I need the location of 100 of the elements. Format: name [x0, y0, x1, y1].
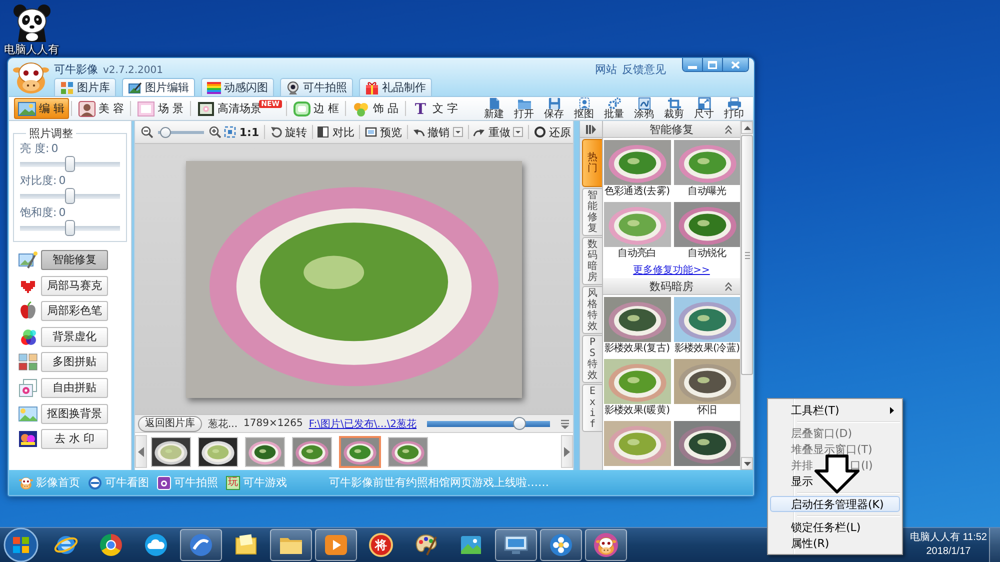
caret-icon	[513, 127, 524, 137]
tool-button[interactable]: 局部马赛克	[41, 276, 108, 296]
file-path-link[interactable]: F:\图片\已发布\...\2葱花	[308, 416, 417, 430]
side-tab[interactable]: 风格特效	[582, 286, 602, 334]
toolbar-button[interactable]: 打开	[509, 97, 539, 120]
scroll-left-button[interactable]	[135, 435, 147, 468]
chevrons-up-icon[interactable]	[725, 282, 732, 290]
menu-item[interactable]: 启动任务管理器(K)	[770, 496, 900, 512]
close-icon	[731, 60, 740, 68]
photo-thumbnail[interactable]	[151, 436, 191, 466]
scroll-right-button[interactable]	[561, 435, 573, 468]
minimize-button[interactable]	[683, 58, 703, 71]
slider-thumb[interactable]	[65, 220, 75, 236]
view-button[interactable]: 重做	[473, 124, 524, 140]
tool-button[interactable]: 智能修复	[41, 250, 108, 270]
mode-tab[interactable]: 饰 品	[348, 98, 402, 119]
list-menu-icon[interactable]	[560, 418, 570, 428]
slider-thumb[interactable]	[160, 126, 171, 138]
start-orb-icon[interactable]	[3, 527, 39, 562]
view-button[interactable]: 还原	[534, 124, 571, 140]
clover-icon	[352, 100, 370, 116]
tab[interactable]: 图片编辑	[122, 78, 195, 96]
view-button[interactable]: 预览	[365, 124, 402, 140]
photo-thumbnail[interactable]	[198, 436, 238, 466]
side-tab[interactable]: 热门	[582, 139, 602, 187]
tool-button[interactable]: 去 水 印	[41, 429, 108, 450]
tool-button[interactable]: 背景虚化	[41, 326, 108, 347]
view-button[interactable]: 撤销	[412, 124, 463, 140]
taskbar-button[interactable]: 将	[360, 529, 402, 561]
mode-tab[interactable]: 编 辑	[14, 98, 68, 119]
toolbar-button[interactable]: 保存	[539, 97, 569, 120]
more-link[interactable]: 更多修复功能>>	[633, 265, 710, 276]
side-tab[interactable]: 智能修复	[582, 188, 602, 236]
tool-button[interactable]: 自由拼贴	[41, 378, 108, 398]
taskbar-button[interactable]	[495, 529, 537, 561]
mode-tab[interactable]: 边 框	[288, 98, 343, 119]
tab[interactable]: 图片库	[54, 78, 116, 96]
taskbar-button[interactable]	[270, 529, 312, 561]
photo-placeholder[interactable]	[674, 202, 740, 247]
taskbar-button[interactable]	[585, 529, 627, 561]
photo-thumbnail[interactable]	[245, 436, 285, 466]
tool-button[interactable]: 抠图换背景	[41, 404, 108, 424]
tab[interactable]: 礼品制作	[359, 78, 432, 96]
tab[interactable]: 可牛拍照	[280, 78, 353, 96]
photo-placeholder[interactable]	[674, 297, 740, 342]
close-button[interactable]	[723, 58, 748, 71]
folder-icon	[516, 97, 532, 110]
side-tab[interactable]: 数码暗房	[582, 237, 602, 285]
view-button[interactable]: 旋转	[270, 124, 307, 140]
maximize-button[interactable]	[703, 58, 723, 71]
chevrons-up-icon[interactable]	[725, 124, 732, 134]
scrollbar-thumb[interactable]	[741, 135, 753, 375]
zoom-out-icon[interactable]	[141, 126, 153, 138]
toolbar-button[interactable]: 尺寸	[689, 97, 719, 120]
picture-icon	[18, 429, 38, 450]
zoom-in-icon[interactable]	[209, 126, 222, 138]
actual-size-button[interactable]: 1:1	[224, 126, 260, 138]
taskbar-button[interactable]	[315, 529, 357, 561]
photo-placeholder[interactable]	[674, 421, 740, 466]
panda-icon[interactable]	[12, 4, 52, 42]
show-desktop-button[interactable]	[989, 528, 1000, 562]
back-button[interactable]: 返回图片库	[138, 416, 202, 432]
menu-item[interactable]: 属性(R)	[770, 535, 900, 551]
mode-tab[interactable]: 美 容	[74, 98, 128, 119]
scroll-up-button[interactable]	[741, 121, 753, 134]
photo-placeholder[interactable]	[604, 297, 670, 342]
toolbar-button[interactable]: 打印	[719, 97, 749, 120]
photo-thumbnail[interactable]	[339, 436, 381, 468]
side-tab[interactable]: Exif	[582, 384, 602, 432]
side-tab[interactable]: PS特效	[582, 335, 602, 383]
menu-item[interactable]: 显示	[770, 473, 900, 489]
scroll-down-button[interactable]	[741, 457, 753, 470]
toolbar-button[interactable]: 涂鸦	[629, 97, 659, 120]
panel-toggle-button[interactable]	[580, 121, 602, 138]
tab[interactable]: 动感闪图	[201, 78, 274, 96]
photo-thumbnail[interactable]	[388, 436, 428, 466]
cow-icon	[13, 60, 49, 94]
header-link[interactable]: 反馈意见	[622, 62, 666, 77]
photo-thumbnail[interactable]	[292, 436, 332, 466]
slider-thumb[interactable]	[65, 156, 75, 172]
header-link[interactable]: 网站	[595, 62, 617, 77]
menu-item[interactable]: 工具栏(T)	[770, 402, 900, 418]
mode-tab[interactable]: 场 景	[133, 98, 188, 119]
mode-tab[interactable]: T 文 字	[408, 98, 462, 119]
taskbar-button[interactable]	[180, 529, 222, 561]
status-link[interactable]: 玩 可牛游戏	[226, 475, 287, 490]
toolbar-button[interactable]: 抠图	[569, 97, 599, 120]
photo-placeholder[interactable]	[674, 359, 740, 404]
slider-thumb[interactable]	[512, 417, 526, 430]
slider-thumb[interactable]	[65, 188, 75, 204]
toolbar-button[interactable]: 新建	[479, 97, 509, 120]
toolbar-button[interactable]: 裁剪	[659, 97, 689, 120]
photo-placeholder[interactable]	[604, 140, 670, 185]
menu-item[interactable]: 锁定任务栏(L)	[770, 519, 900, 535]
taskbar-button[interactable]	[540, 529, 582, 561]
view-button[interactable]: 对比	[317, 124, 354, 140]
toolbar-button[interactable]: 批量	[599, 97, 629, 120]
tool-button[interactable]: 多图拼贴	[41, 352, 108, 372]
group-title: 照片调整	[28, 126, 74, 141]
tool-button[interactable]: 局部彩色笔	[41, 301, 108, 322]
